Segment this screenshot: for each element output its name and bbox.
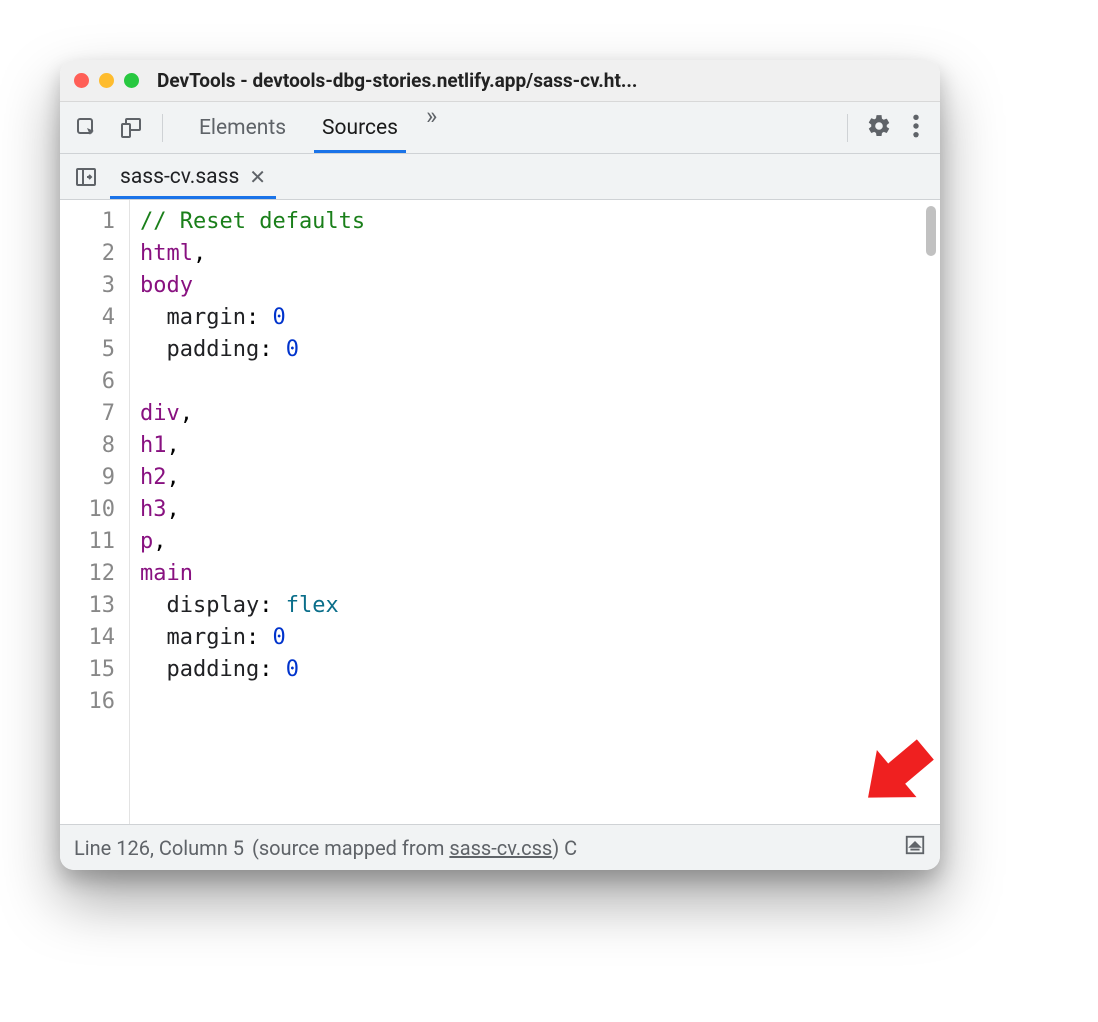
tab-label: Sources (322, 116, 398, 140)
code-line[interactable]: h3, (140, 494, 940, 526)
show-drawer-button[interactable] (904, 834, 926, 861)
gear-icon (866, 113, 892, 139)
code-line[interactable]: h2, (140, 462, 940, 494)
panel-tabs: Elements Sources » (181, 102, 829, 153)
toolbar-divider (162, 114, 163, 142)
line-number: 16 (60, 686, 121, 718)
navigator-toggle-button[interactable] (72, 163, 100, 191)
cursor-position: Line 126, Column 5 (74, 836, 244, 860)
toolbar-divider (847, 114, 848, 142)
code-line[interactable]: body (140, 270, 940, 302)
file-tab-label: sass-cv.sass (120, 165, 239, 189)
settings-button[interactable] (866, 113, 892, 143)
code-line[interactable]: p, (140, 526, 940, 558)
line-number: 11 (60, 526, 121, 558)
line-number: 3 (60, 270, 121, 302)
line-number: 8 (60, 430, 121, 462)
traffic-lights (74, 73, 139, 88)
code-line[interactable]: main (140, 558, 940, 590)
line-number: 12 (60, 558, 121, 590)
devtools-window: DevTools - devtools-dbg-stories.netlify.… (60, 60, 940, 870)
code-line[interactable]: padding: 0 (140, 654, 940, 686)
code-line[interactable]: display: flex (140, 590, 940, 622)
code-line[interactable] (140, 366, 940, 398)
more-options-button[interactable] (912, 113, 920, 143)
file-tab-sass-cv[interactable]: sass-cv.sass ✕ (110, 154, 276, 199)
chevron-double-right-icon: » (426, 102, 437, 130)
statusbar: Line 126, Column 5 (source mapped from s… (60, 824, 940, 870)
code-line[interactable]: margin: 0 (140, 302, 940, 334)
line-number: 14 (60, 622, 121, 654)
source-map-link[interactable]: sass-cv.css (449, 836, 552, 860)
source-map-info: (source mapped from sass-cv.css) C (252, 836, 577, 860)
tab-elements[interactable]: Elements (181, 102, 304, 153)
tab-label: Elements (199, 116, 286, 140)
close-window-button[interactable] (74, 73, 89, 88)
scrollbar-thumb[interactable] (926, 206, 936, 256)
drawer-icon (904, 834, 926, 856)
code-line[interactable]: // Reset defaults (140, 206, 940, 238)
sidebar-icon (74, 165, 98, 189)
code-line[interactable]: h1, (140, 430, 940, 462)
kebab-icon (912, 113, 920, 139)
inspect-element-icon[interactable] (74, 115, 100, 141)
window-title: DevTools - devtools-dbg-stories.netlify.… (149, 69, 926, 92)
line-number: 4 (60, 302, 121, 334)
maximize-window-button[interactable] (124, 73, 139, 88)
line-number: 10 (60, 494, 121, 526)
more-tabs-button[interactable]: » (416, 102, 447, 153)
minimize-window-button[interactable] (99, 73, 114, 88)
line-number: 5 (60, 334, 121, 366)
code-line[interactable] (140, 686, 940, 718)
line-number: 2 (60, 238, 121, 270)
line-number: 7 (60, 398, 121, 430)
line-number: 15 (60, 654, 121, 686)
file-tabs: sass-cv.sass ✕ (60, 154, 940, 200)
code-line[interactable]: padding: 0 (140, 334, 940, 366)
line-number: 1 (60, 206, 121, 238)
device-toolbar-icon[interactable] (118, 115, 144, 141)
toolbar: Elements Sources » (60, 102, 940, 154)
code-content[interactable]: // Reset defaultshtml,body margin: 0 pad… (130, 200, 940, 824)
code-line[interactable]: html, (140, 238, 940, 270)
code-editor[interactable]: 12345678910111213141516 // Reset default… (60, 200, 940, 824)
code-line[interactable]: margin: 0 (140, 622, 940, 654)
code-line[interactable]: div, (140, 398, 940, 430)
line-number: 6 (60, 366, 121, 398)
line-number-gutter: 12345678910111213141516 (60, 200, 130, 824)
close-tab-button[interactable]: ✕ (249, 165, 266, 189)
tab-sources[interactable]: Sources (304, 102, 416, 153)
line-number: 13 (60, 590, 121, 622)
line-number: 9 (60, 462, 121, 494)
titlebar: DevTools - devtools-dbg-stories.netlify.… (60, 60, 940, 102)
